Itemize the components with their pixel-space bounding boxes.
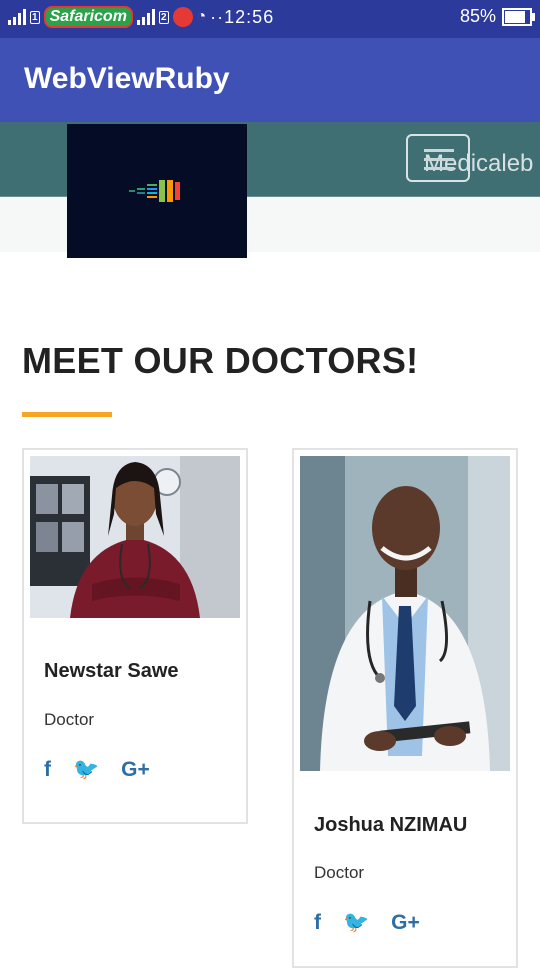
- facebook-icon[interactable]: f: [314, 911, 321, 935]
- airtel-icon: [172, 7, 193, 27]
- site-logo[interactable]: [67, 124, 247, 258]
- facebook-icon[interactable]: f: [44, 758, 51, 782]
- menu-bar: [424, 149, 454, 152]
- battery-percent: 85%: [459, 6, 496, 26]
- app-bar: WebViewRuby: [0, 38, 540, 122]
- logo-mark-icon: [129, 180, 180, 202]
- carrier-label: Safaricom: [43, 6, 133, 28]
- doctor-name: Joshua NZIMAU: [314, 814, 468, 836]
- clock: ··12:56: [210, 6, 275, 27]
- status-bar: 1 Safaricom 2 ◔ ··12:56 85%: [0, 0, 540, 38]
- doctor-photo: [30, 456, 240, 618]
- sim-1-badge: 1: [30, 10, 40, 24]
- section-title: MEET OUR DOCTORS!: [22, 340, 419, 381]
- app-title: WebViewRuby: [24, 62, 230, 95]
- status-right: 85%: [459, 6, 535, 27]
- doctor-role: Doctor: [44, 710, 95, 729]
- menu-bar: [424, 167, 454, 170]
- wifi-icon: ◔: [196, 8, 207, 25]
- twitter-icon[interactable]: 🐦: [343, 911, 369, 935]
- hamburger-menu-button[interactable]: [406, 134, 470, 182]
- twitter-icon[interactable]: 🐦: [73, 758, 99, 782]
- google-plus-icon[interactable]: G+: [121, 758, 150, 782]
- signal-icon: [136, 9, 155, 25]
- social-links: f 🐦 G+: [44, 758, 150, 782]
- status-left: 1 Safaricom 2 ◔ ··12:56: [8, 6, 274, 28]
- sim-2-badge: 2: [158, 10, 169, 24]
- google-plus-icon[interactable]: G+: [391, 911, 420, 935]
- menu-bar: [424, 158, 454, 161]
- title-underline: [22, 412, 112, 417]
- battery-icon: [502, 7, 535, 26]
- social-links: f 🐦 G+: [314, 911, 420, 935]
- signal-icon: [8, 9, 26, 25]
- doctor-card[interactable]: Newstar Sawe Doctor f 🐦 G+: [22, 448, 248, 824]
- doctor-role: Doctor: [314, 863, 365, 882]
- doctor-photo: [300, 456, 510, 771]
- doctor-card[interactable]: Joshua NZIMAU Doctor f 🐦 G+: [292, 448, 518, 968]
- doctor-name: Newstar Sawe: [44, 660, 179, 682]
